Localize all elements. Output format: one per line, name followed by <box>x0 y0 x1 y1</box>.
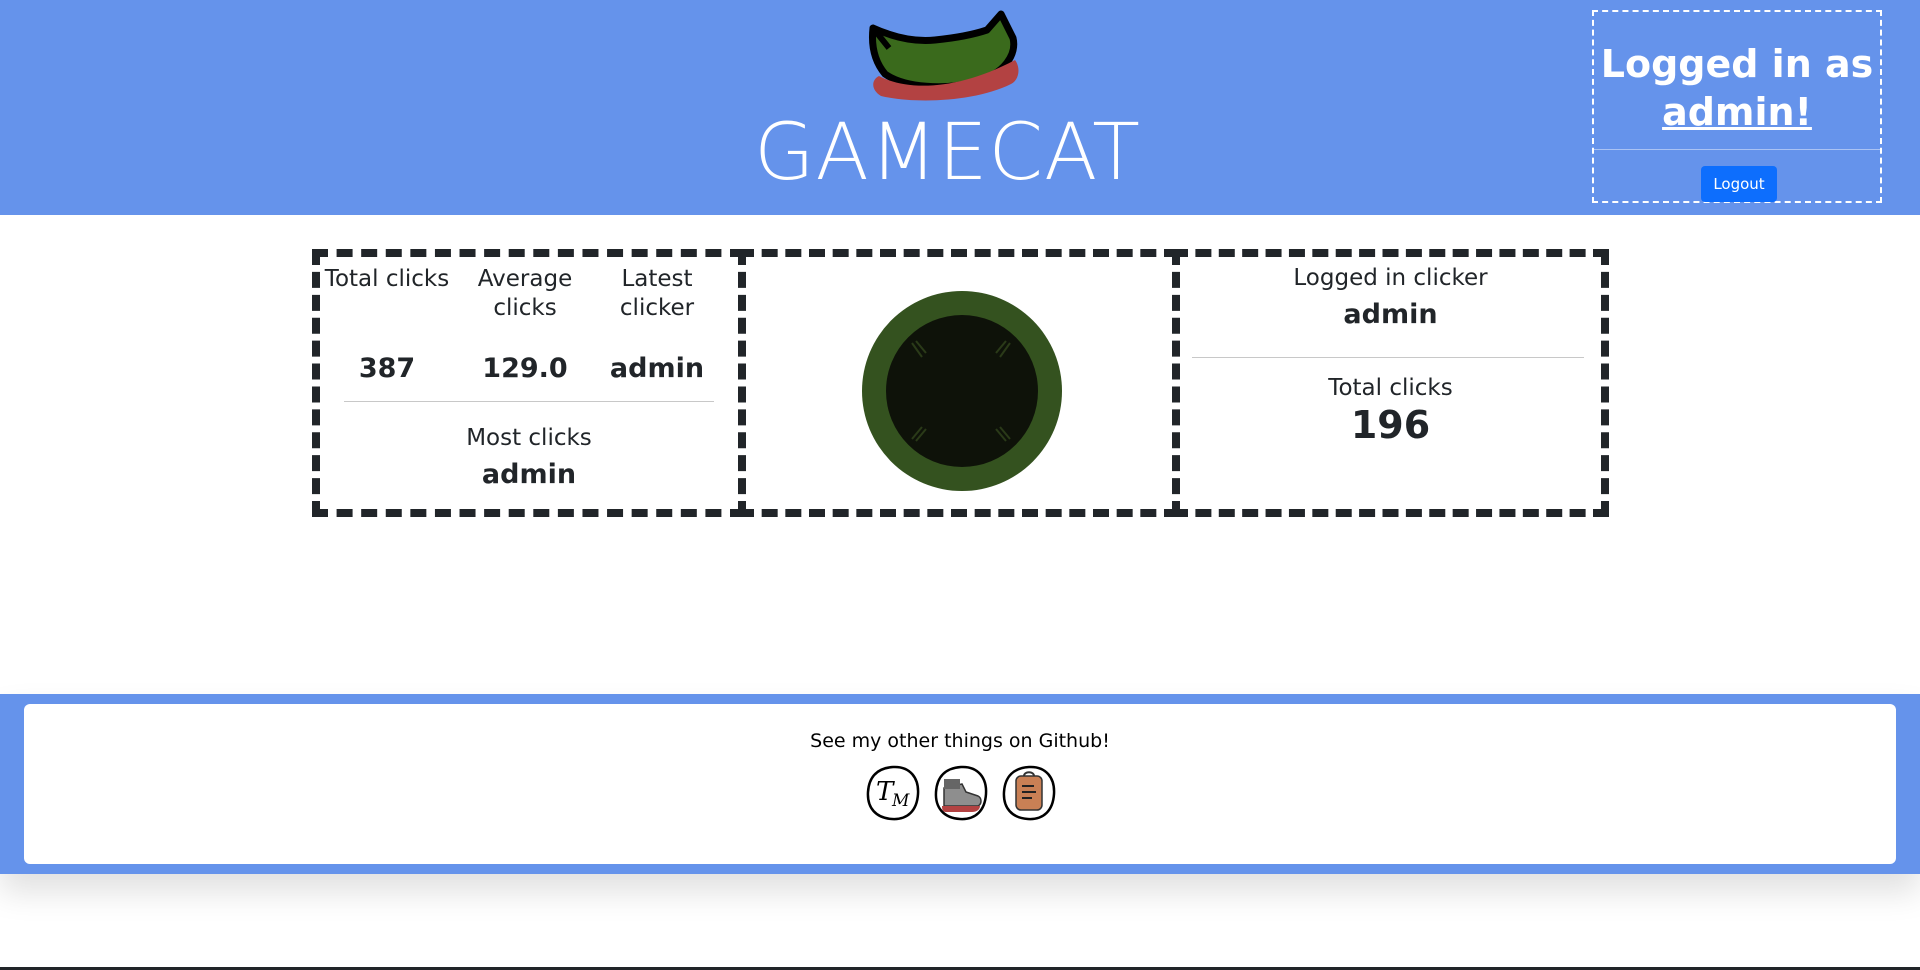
total-clicks-value: 387 <box>358 353 416 384</box>
footer-card: See my other things on Github! T M <box>24 704 1896 864</box>
user-total-clicks-value: 196 <box>1350 403 1431 447</box>
average-clicks-label: Average clicks <box>477 266 573 321</box>
user-stats-panel: Logged in clicker admin Total clicks 196 <box>1172 249 1609 517</box>
click-panel <box>738 249 1180 517</box>
most-clicks-value: admin <box>481 459 577 490</box>
login-status-box: Logged in as admin! Logout <box>1592 10 1882 203</box>
svg-text:M: M <box>891 791 910 811</box>
most-clicks-label: Most clicks <box>466 425 592 451</box>
tm-icon[interactable]: T M <box>864 764 922 822</box>
latest-clicker-label: Latest clicker <box>619 266 695 321</box>
site-footer: See my other things on Github! T M <box>0 694 1920 874</box>
stats-divider <box>344 401 714 402</box>
total-clicks-stat: Total clicks 387 <box>322 265 452 384</box>
global-stats-panel: Total clicks 387 Average clicks 129.0 La… <box>312 249 746 517</box>
average-clicks-stat: Average clicks 129.0 <box>460 265 590 384</box>
login-user-link[interactable]: admin! <box>1662 90 1812 134</box>
site-header: GAMECAT Logged in as admin! Logout <box>0 0 1920 215</box>
user-total-clicks-label: Total clicks <box>1328 375 1453 401</box>
login-status: Logged in as admin! <box>1594 40 1880 136</box>
logged-in-clicker-value: admin <box>1343 299 1438 330</box>
average-clicks-value: 129.0 <box>482 353 568 384</box>
cat-hat-logo <box>869 10 1019 101</box>
logged-in-clicker-label: Logged in clicker <box>1293 265 1488 291</box>
backpack-icon[interactable] <box>1000 764 1058 822</box>
shoe-icon[interactable] <box>932 764 990 822</box>
most-clicks-stat: Most clicks admin <box>320 425 738 490</box>
logout-button[interactable]: Logout <box>1701 166 1777 202</box>
footer-text: See my other things on Github! <box>810 730 1110 752</box>
latest-clicker-value: admin <box>609 353 705 384</box>
login-prefix: Logged in as <box>1600 42 1874 86</box>
logged-in-clicker-stat: Logged in clicker admin <box>1180 265 1601 330</box>
login-divider <box>1594 149 1880 150</box>
total-clicks-label: Total clicks <box>324 266 450 292</box>
cat-click-button-icon[interactable] <box>860 289 1064 493</box>
latest-clicker-stat: Latest clicker admin <box>592 265 722 384</box>
user-total-clicks-stat: Total clicks 196 <box>1180 375 1601 447</box>
user-stats-divider <box>1192 357 1584 358</box>
